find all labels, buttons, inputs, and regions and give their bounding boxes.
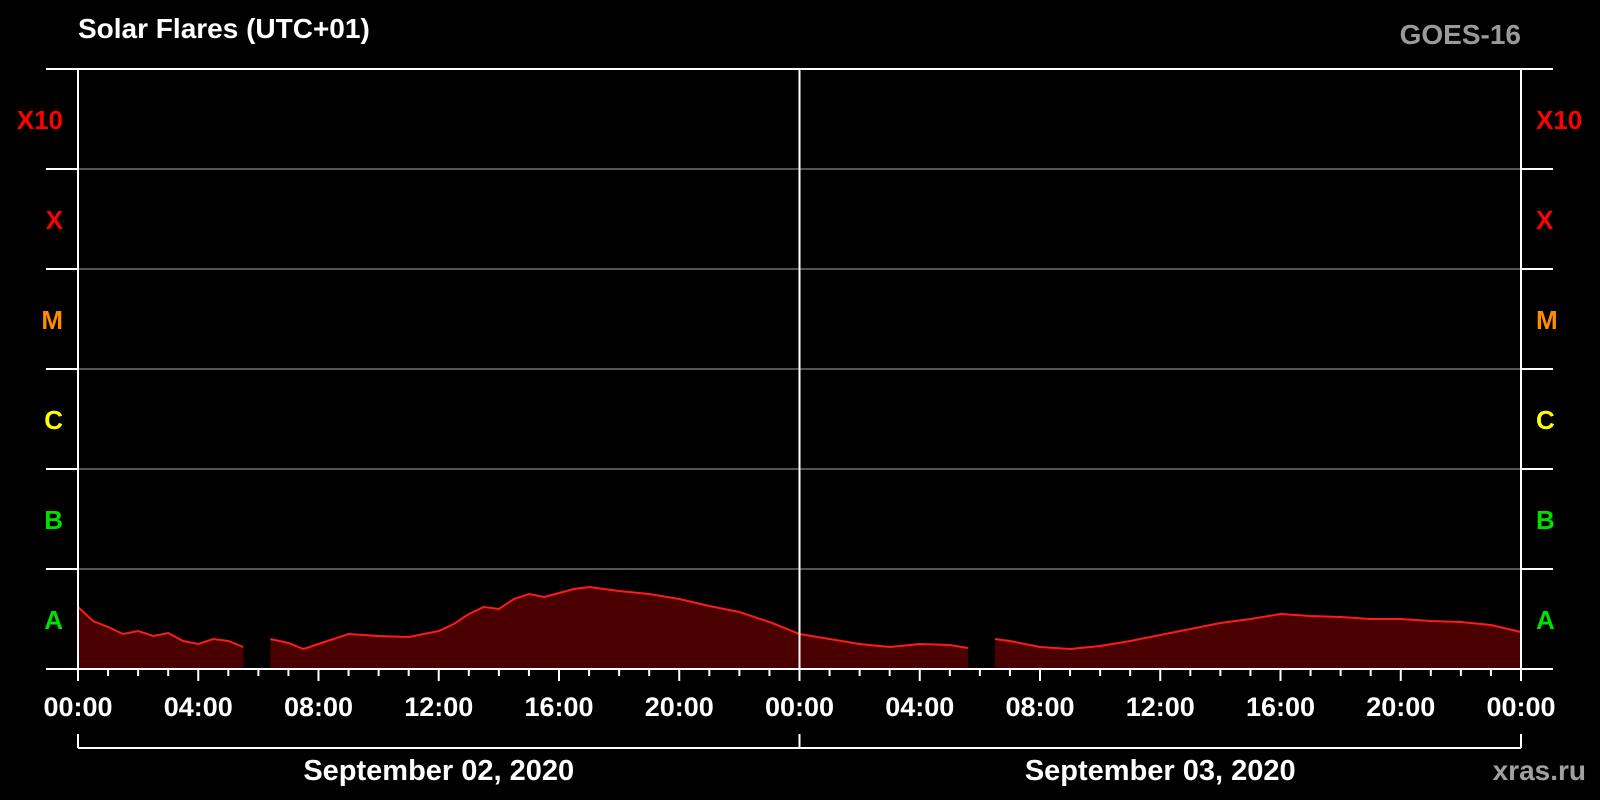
x-tick-label: 12:00 bbox=[404, 692, 473, 722]
credit-label: xras.ru bbox=[1493, 755, 1586, 786]
x-tick-label: 20:00 bbox=[1366, 692, 1435, 722]
satellite-label: GOES-16 bbox=[1400, 19, 1521, 50]
y-label-right-x: X bbox=[1536, 205, 1554, 235]
x-tick-label: 16:00 bbox=[524, 692, 593, 722]
y-label-left-c: C bbox=[44, 405, 63, 435]
solar-flare-chart: Solar Flares (UTC+01) GOES-16 xras.ru A A… bbox=[0, 0, 1600, 800]
y-label-left-x10: X10 bbox=[17, 105, 63, 135]
y-label-right-m: M bbox=[1536, 305, 1558, 335]
x-tick-label: 16:00 bbox=[1246, 692, 1315, 722]
y-label-right-c: C bbox=[1536, 405, 1555, 435]
y-label-left-b: B bbox=[44, 505, 63, 535]
x-tick-label: 00:00 bbox=[765, 692, 834, 722]
y-label-left-x: X bbox=[46, 205, 64, 235]
x-tick-label: 00:00 bbox=[1486, 692, 1555, 722]
x-tick-label: 08:00 bbox=[1005, 692, 1074, 722]
date-label: September 02, 2020 bbox=[303, 755, 574, 787]
x-tick-label: 00:00 bbox=[43, 692, 112, 722]
y-label-left-m: M bbox=[41, 305, 63, 335]
x-tick-label: 04:00 bbox=[885, 692, 954, 722]
x-tick-label: 20:00 bbox=[645, 692, 714, 722]
chart-title: Solar Flares (UTC+01) bbox=[78, 13, 370, 44]
y-label-right-a: A bbox=[1536, 605, 1555, 635]
y-label-right-b: B bbox=[1536, 505, 1555, 535]
x-tick-label: 04:00 bbox=[164, 692, 233, 722]
y-label-right-x10: X10 bbox=[1536, 105, 1582, 135]
date-label: September 03, 2020 bbox=[1025, 755, 1296, 787]
y-label-left-a: A bbox=[44, 605, 63, 635]
x-tick-label: 12:00 bbox=[1126, 692, 1195, 722]
x-tick-label: 08:00 bbox=[284, 692, 353, 722]
